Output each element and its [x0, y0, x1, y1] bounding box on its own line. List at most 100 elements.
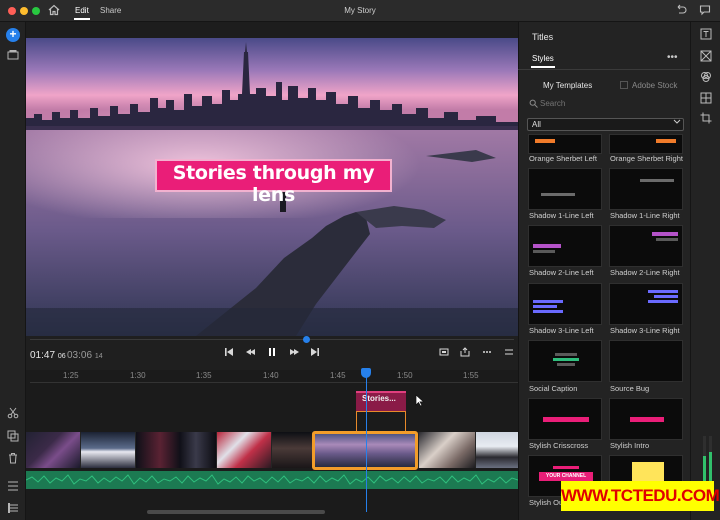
- title-clip-connector: [356, 411, 406, 433]
- panel-more-icon[interactable]: •••: [667, 52, 678, 63]
- template-label: Orange Sherbet Left: [529, 154, 597, 163]
- video-clip[interactable]: [136, 432, 216, 468]
- step-back-icon[interactable]: [244, 347, 258, 360]
- more-options-icon[interactable]: [480, 347, 494, 360]
- crop-icon[interactable]: [699, 112, 713, 126]
- window-zoom-button[interactable]: [32, 7, 40, 15]
- template-label: Shadow 3-Line Left: [529, 326, 594, 335]
- undo-icon[interactable]: [675, 4, 687, 18]
- template-label: Social Caption: [529, 384, 578, 393]
- current-frames: 06: [57, 353, 66, 360]
- panel-heading: Titles: [532, 32, 554, 42]
- audio-track[interactable]: [25, 471, 519, 489]
- trash-icon[interactable]: [7, 452, 19, 466]
- template-label: Stylish Crisscross: [529, 441, 589, 450]
- adobe-stock-icon: [620, 81, 628, 89]
- template-thumb-social-caption[interactable]: [528, 340, 602, 382]
- template-label: Shadow 2-Line Left: [529, 268, 594, 277]
- color-icon[interactable]: [699, 71, 713, 85]
- timeline-settings-icon[interactable]: [7, 502, 19, 516]
- ruler-tick: 1:55: [463, 371, 479, 380]
- titles-icon[interactable]: [699, 28, 713, 42]
- total-duration: 03:06 14: [67, 350, 103, 361]
- template-thumb-shadow-1-right[interactable]: [609, 168, 683, 210]
- home-icon[interactable]: [48, 4, 60, 18]
- template-label: Stylish Intro: [610, 441, 650, 450]
- fit-frame-icon[interactable]: [437, 347, 451, 360]
- video-clip[interactable]: [272, 432, 312, 468]
- timeline-ruler[interactable]: [30, 382, 518, 383]
- title-clip-label: Stories...: [362, 394, 396, 403]
- track-list-icon[interactable]: [7, 480, 19, 494]
- window-minimize-button[interactable]: [20, 7, 28, 15]
- watermark: WWW.TCTEDU.COM: [561, 481, 720, 511]
- panel-divider: [518, 69, 690, 70]
- title-overlay-text[interactable]: Stories through my lens: [155, 162, 392, 206]
- panel-toggle-icon[interactable]: [502, 347, 516, 360]
- template-thumb-shadow-3-left[interactable]: [528, 283, 602, 325]
- audio-waveform: [25, 474, 519, 485]
- scissors-icon[interactable]: [7, 407, 19, 421]
- template-search-input[interactable]: [540, 97, 680, 109]
- add-media-button[interactable]: +: [6, 28, 20, 42]
- tab-edit-underline: [74, 18, 90, 20]
- tab-edit[interactable]: Edit: [75, 6, 89, 15]
- video-clip[interactable]: [217, 432, 271, 468]
- window-title: My Story: [344, 6, 376, 15]
- mouse-cursor-icon: [415, 394, 425, 409]
- tab-share[interactable]: Share: [100, 6, 121, 15]
- duration-time: 03:06: [67, 350, 93, 361]
- template-thumb-orange-sherbet-left[interactable]: [528, 134, 602, 154]
- template-thumb-stylish-crisscross[interactable]: [528, 398, 602, 440]
- chevron-down-icon: [673, 117, 681, 127]
- youtube-channel-badge: YOUR CHANNEL: [539, 472, 593, 481]
- transitions-icon[interactable]: [699, 50, 713, 64]
- ruler-tick: 1:30: [130, 371, 146, 380]
- template-thumb-shadow-1-left[interactable]: [528, 168, 602, 210]
- template-label: Source Bug: [610, 384, 650, 393]
- timeline-scrollbar[interactable]: [147, 510, 325, 514]
- left-tool-rail: [0, 22, 26, 520]
- go-to-end-icon[interactable]: [308, 347, 322, 360]
- media-bin-icon[interactable]: [7, 49, 19, 63]
- video-clip[interactable]: [476, 432, 518, 468]
- timeline-playhead[interactable]: [366, 376, 367, 512]
- current-timecode: 01:47 06: [30, 350, 66, 361]
- go-to-start-icon[interactable]: [222, 347, 236, 360]
- template-label: Shadow 3-Line Right: [610, 326, 680, 335]
- search-icon: [529, 99, 538, 110]
- ruler-tick: 1:50: [397, 371, 413, 380]
- export-frame-icon[interactable]: [458, 347, 472, 360]
- template-thumb-stylish-intro[interactable]: [609, 398, 683, 440]
- pause-icon[interactable]: [265, 347, 279, 360]
- step-forward-icon[interactable]: [287, 347, 301, 360]
- video-clip[interactable]: [26, 432, 80, 468]
- template-thumb-shadow-2-right[interactable]: [609, 225, 683, 267]
- ruler-tick: 1:45: [330, 371, 346, 380]
- tab-styles-underline: [531, 66, 555, 68]
- video-clip[interactable]: [81, 432, 135, 468]
- template-label: Shadow 2-Line Right: [610, 268, 680, 277]
- video-clip[interactable]: [419, 432, 475, 468]
- template-label: Shadow 1-Line Left: [529, 211, 594, 220]
- template-thumb-orange-sherbet-right[interactable]: [609, 134, 683, 154]
- ruler-tick: 1:35: [196, 371, 212, 380]
- tab-styles[interactable]: Styles: [532, 54, 554, 63]
- duration-frames: 14: [94, 353, 103, 360]
- template-filter-select[interactable]: All: [527, 118, 684, 131]
- template-thumb-source-bug[interactable]: [609, 340, 683, 382]
- tab-my-templates[interactable]: My Templates: [543, 81, 592, 90]
- template-thumb-shadow-3-right[interactable]: [609, 283, 683, 325]
- template-label: Orange Sherbet Right: [610, 154, 683, 163]
- scrub-handle[interactable]: [302, 336, 310, 343]
- chat-icon[interactable]: [699, 4, 711, 18]
- effects-icon[interactable]: [699, 92, 713, 106]
- template-thumb-shadow-2-left[interactable]: [528, 225, 602, 267]
- scrub-track[interactable]: [30, 339, 514, 340]
- duplicate-icon[interactable]: [7, 430, 19, 444]
- template-label: Shadow 1-Line Right: [610, 211, 680, 220]
- ruler-tick: 1:40: [263, 371, 279, 380]
- tab-adobe-stock[interactable]: Adobe Stock: [632, 81, 677, 90]
- selected-video-clip[interactable]: [312, 431, 418, 470]
- window-close-button[interactable]: [8, 7, 16, 15]
